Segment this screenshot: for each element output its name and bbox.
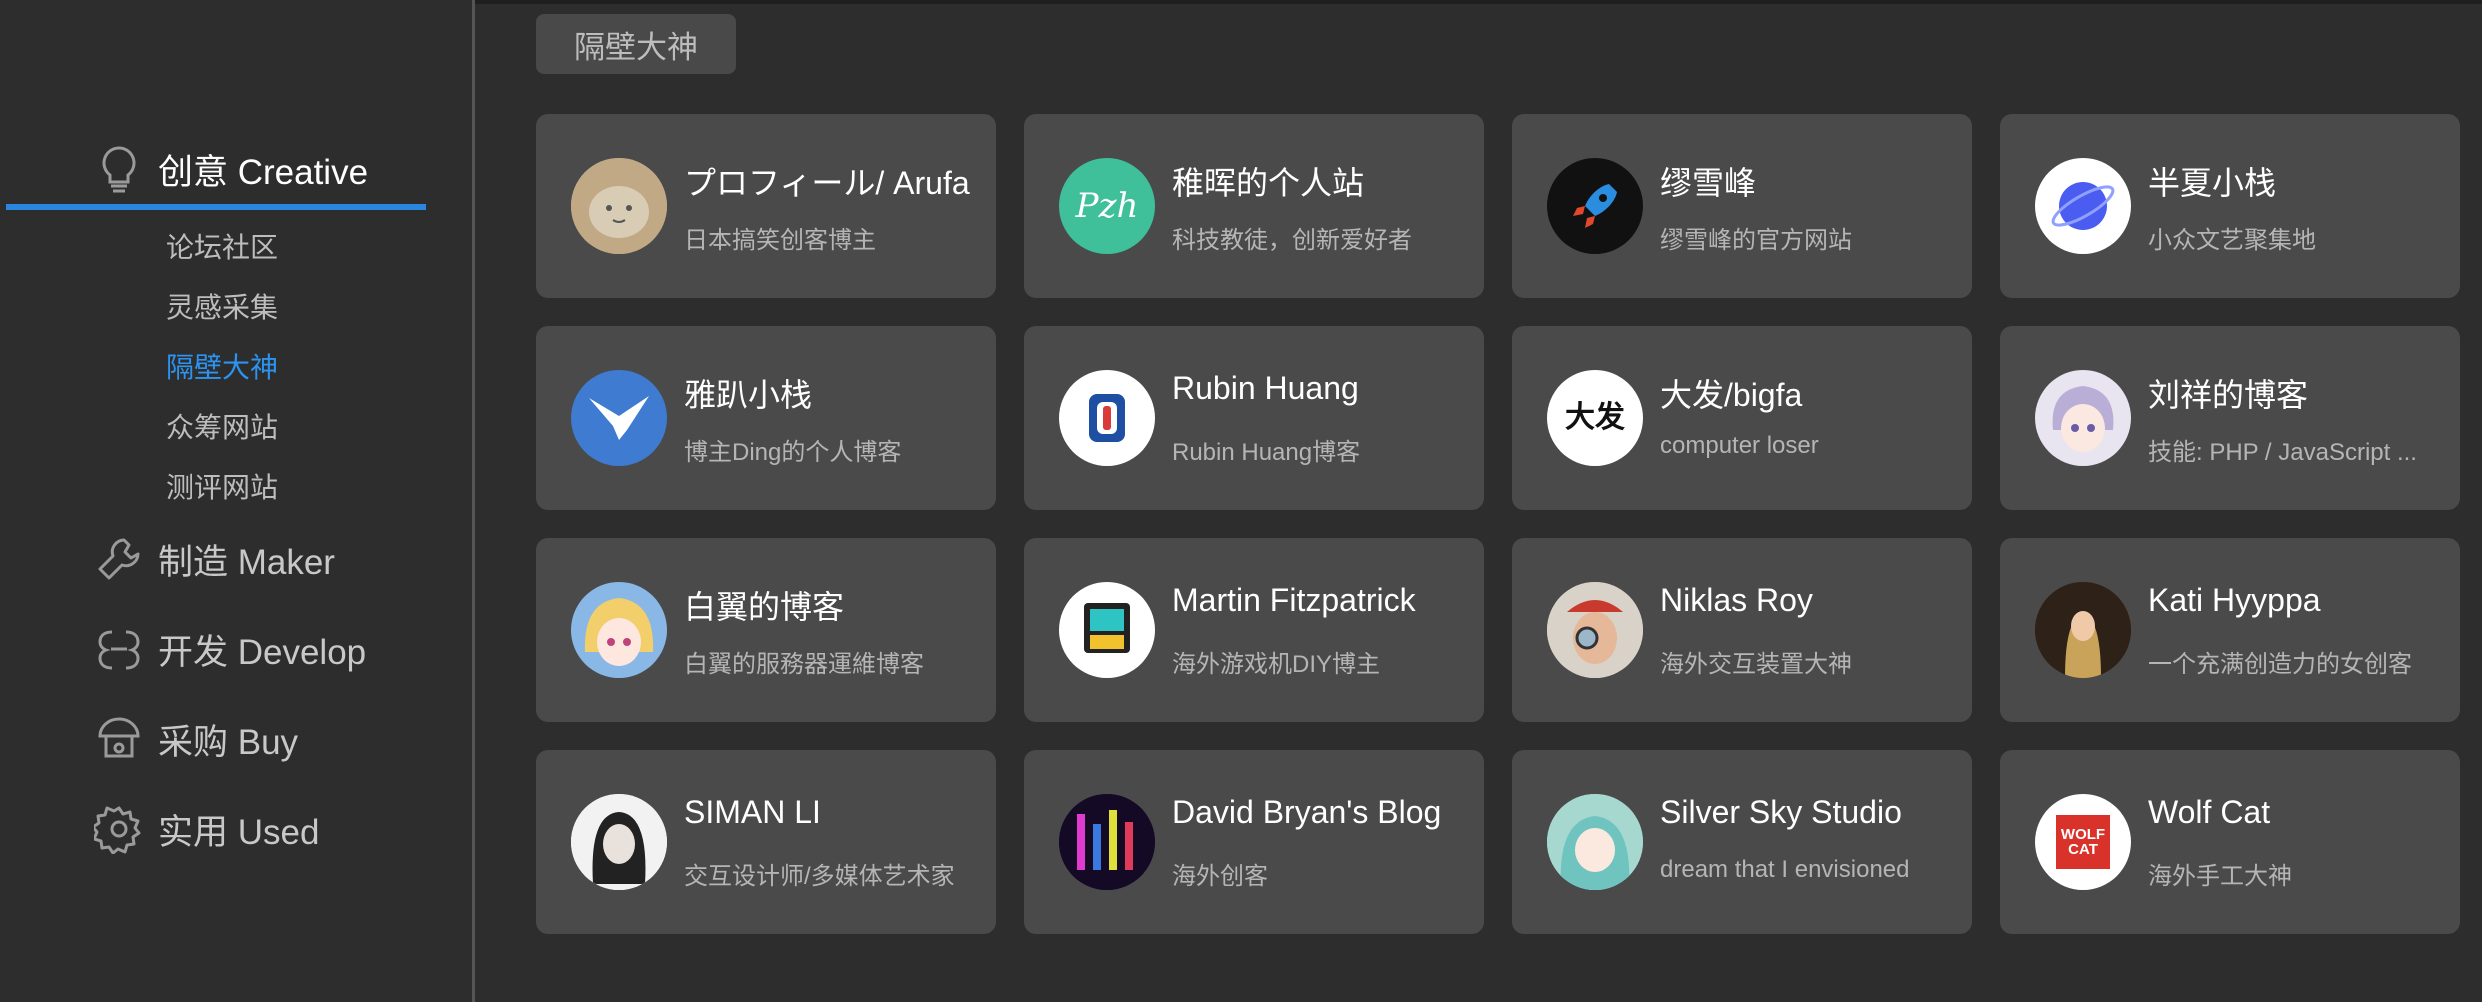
site-card[interactable]: Pzh 稚晖的个人站 科技教徒，创新爱好者: [1024, 114, 1484, 298]
shop-icon: [94, 714, 144, 764]
card-title: 雅趴小栈: [684, 377, 813, 413]
card-desc: 海外创客: [1172, 863, 1268, 890]
sub-item-crowdfunding[interactable]: 众筹网站: [166, 406, 278, 446]
site-card[interactable]: 缪雪峰 缪雪峰的官方网站: [1512, 114, 1972, 298]
avatar: [2035, 158, 2131, 254]
card-desc: dream that I envisioned: [1660, 856, 1910, 883]
card-title: Kati Hyyppa: [2148, 582, 2321, 618]
site-card[interactable]: 半夏小栈 小众文艺聚集地: [2000, 114, 2460, 298]
nav-group-develop[interactable]: 开发 Develop: [94, 619, 366, 679]
avatar: WOLF CAT: [2035, 794, 2131, 890]
avatar: [571, 158, 667, 254]
card-desc: 海外交互装置大神: [1660, 651, 1852, 678]
avatar-text: 大发: [1565, 401, 1625, 434]
card-title: SIMAN LI: [684, 794, 821, 830]
card-title: 大发/bigfa: [1660, 377, 1803, 413]
card-title: 缪雪峰: [1660, 165, 1757, 201]
site-card[interactable]: Martin Fitzpatrick 海外游戏机DIY博主: [1024, 538, 1484, 722]
site-card[interactable]: 刘祥的博客 技能: PHP / JavaScript ...: [2000, 326, 2460, 510]
card-desc: computer loser: [1660, 432, 1819, 459]
avatar-text: Pzh: [1075, 186, 1139, 226]
avatar: [1547, 582, 1643, 678]
site-card[interactable]: Silver Sky Studio dream that I envisione…: [1512, 750, 1972, 934]
card-desc: 缪雪峰的官方网站: [1660, 227, 1852, 254]
avatar: Pzh: [1059, 158, 1155, 254]
avatar: 大发: [1547, 370, 1643, 466]
card-title: Rubin Huang: [1172, 370, 1359, 406]
avatar: [2035, 370, 2131, 466]
site-card[interactable]: WOLF CAT Wolf Cat 海外手工大神: [2000, 750, 2460, 934]
nav-group-creative[interactable]: 创意 Creative: [94, 139, 368, 199]
wrench-icon: [94, 534, 144, 584]
avatar: [571, 794, 667, 890]
card-title: Wolf Cat: [2148, 794, 2271, 830]
avatar-text: WOLF CAT: [2056, 815, 2110, 869]
card-title: 白翼的博客: [684, 589, 845, 625]
card-desc: 博主Ding的个人博客: [684, 439, 902, 466]
site-card[interactable]: Rubin Huang Rubin Huang博客: [1024, 326, 1484, 510]
card-desc: 海外手工大神: [2148, 863, 2292, 890]
lightbulb-icon: [94, 144, 144, 194]
card-title: 刘祥的博客: [2148, 377, 2309, 413]
site-card[interactable]: Kati Hyyppa 一个充满创造力的女创客: [2000, 538, 2460, 722]
bird-icon: [589, 396, 649, 440]
avatar: [1059, 370, 1155, 466]
nav-group-label: 采购 Buy: [158, 722, 299, 762]
card-desc: 交互设计师/多媒体艺术家: [684, 863, 955, 890]
card-desc: 海外游戏机DIY博主: [1172, 651, 1381, 678]
game-console-icon: [1084, 603, 1130, 653]
section-tag: 隔壁大神: [536, 14, 736, 74]
sub-item-forum[interactable]: 论坛社区: [166, 226, 278, 266]
card-title: 稚晖的个人站: [1172, 165, 1365, 201]
sub-item-reviews[interactable]: 测评网站: [166, 466, 278, 506]
site-card[interactable]: プロフィール/ Arufa 日本搞笑创客博主: [536, 114, 996, 298]
card-title: 半夏小栈: [2148, 165, 2277, 201]
nav-group-buy[interactable]: 采购 Buy: [94, 709, 298, 769]
site-card[interactable]: SIMAN LI 交互设计师/多媒体艺术家: [536, 750, 996, 934]
card-desc: 白翼的服務器運維博客: [684, 651, 924, 678]
card-desc: 小众文艺聚集地: [2148, 227, 2316, 254]
card-desc: Rubin Huang博客: [1172, 439, 1361, 466]
nav-group-label: 制造 Maker: [158, 542, 335, 582]
card-title: Niklas Roy: [1660, 582, 1813, 618]
avatar: [1547, 158, 1643, 254]
avatar: [1059, 582, 1155, 678]
site-card[interactable]: 雅趴小栈 博主Ding的个人博客: [536, 326, 996, 510]
card-desc: 一个充满创造力的女创客: [2148, 651, 2412, 678]
nav-group-label: 开发 Develop: [158, 632, 367, 672]
site-card[interactable]: Niklas Roy 海外交互装置大神: [1512, 538, 1972, 722]
gear-icon: [94, 804, 144, 854]
card-title: David Bryan's Blog: [1172, 794, 1442, 830]
logo-icon: [1089, 394, 1125, 442]
avatar: [1547, 794, 1643, 890]
sub-item-experts[interactable]: 隔壁大神: [166, 346, 278, 386]
code-icon: [94, 624, 144, 674]
site-card[interactable]: 大发 大发/bigfa computer loser: [1512, 326, 1972, 510]
planet-icon: [2051, 182, 2115, 230]
card-title: Silver Sky Studio: [1660, 794, 1902, 830]
avatar: [2035, 582, 2131, 678]
card-desc: 日本搞笑创客博主: [684, 227, 876, 254]
card-desc: 技能: PHP / JavaScript ...: [2148, 439, 2417, 466]
avatar: [571, 370, 667, 466]
site-card[interactable]: 白翼的博客 白翼的服務器運維博客: [536, 538, 996, 722]
card-desc: 科技教徒，创新爱好者: [1172, 227, 1412, 254]
sub-item-inspiration[interactable]: 灵感采集: [166, 286, 278, 326]
nav-group-label: 创意 Creative: [158, 152, 369, 192]
avatar: [571, 582, 667, 678]
sidebar: 创意 Creative 论坛社区 灵感采集 隔壁大神 众筹网站 测评网站 制造 …: [0, 0, 475, 1002]
nav-group-label: 实用 Used: [158, 812, 320, 852]
avatar: [1059, 794, 1155, 890]
rocket-icon: [1573, 184, 1617, 228]
nav-group-used[interactable]: 实用 Used: [94, 799, 319, 859]
card-title: プロフィール/ Arufa: [684, 165, 970, 201]
site-card[interactable]: David Bryan's Blog 海外创客: [1024, 750, 1484, 934]
card-title: Martin Fitzpatrick: [1172, 582, 1416, 618]
nav-group-maker[interactable]: 制造 Maker: [94, 529, 335, 589]
